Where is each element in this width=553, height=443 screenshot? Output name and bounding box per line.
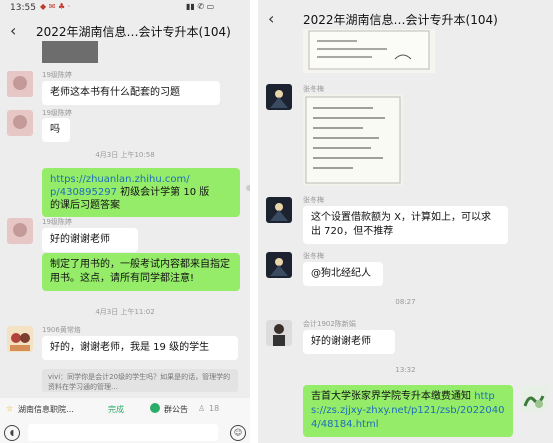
like-count: 18 xyxy=(209,404,220,413)
notice-text: 吉首大学张家界学院专升本缴费通知 xyxy=(311,391,475,402)
avatar[interactable] xyxy=(266,252,292,278)
message-bubble[interactable]: 老师这本书有什么配套的习题 xyxy=(42,81,220,105)
chat-title: 2022年湖南信息…会计专升本(104) xyxy=(36,25,231,39)
avatar[interactable] xyxy=(266,320,292,346)
mention-bubble[interactable]: @狗北经纪人 xyxy=(303,262,383,286)
image-thumbnail[interactable] xyxy=(42,41,98,63)
sender-name: 张冬梅 xyxy=(303,252,324,260)
message-bubble[interactable]: 好的谢谢老师 xyxy=(42,228,138,252)
right-chat-screenshot: ‹ 2022年湖南信息…会计专升本(104) 张冬梅 张冬梅 这个设置借款额为 … xyxy=(258,0,553,443)
signal-icons: ▮▮ ✆ ▭ xyxy=(186,2,215,11)
timestamp: 08:27 xyxy=(395,298,416,306)
sender-name: 19级陈婷 xyxy=(42,71,72,79)
voice-icon[interactable]: ◖ xyxy=(4,425,20,441)
avatar[interactable] xyxy=(266,84,292,110)
sender-name: 19级陈婷 xyxy=(42,109,72,117)
message-bubble[interactable]: 好的谢谢老师 xyxy=(303,330,395,354)
my-message-bubble[interactable]: 制定了用书的，一般考试内容都来自指定用书。这点，请所有同学都注意! xyxy=(42,253,240,291)
message-bubble[interactable]: 吗 xyxy=(42,118,70,142)
back-button[interactable]: ‹ xyxy=(268,9,274,28)
message-bubble[interactable]: 这个设置借款额为 X，计算如上，可以求出 720，但不推荐 xyxy=(303,206,508,244)
avatar[interactable] xyxy=(7,110,33,136)
avatar[interactable] xyxy=(7,71,33,97)
sender-name: 会计1902陈新娟 xyxy=(303,320,356,328)
link-caption: 初级会计学第 10 版 xyxy=(120,187,210,198)
avatar[interactable] xyxy=(7,218,33,244)
avatar[interactable] xyxy=(7,326,33,352)
timestamp: 4月3日 上午10:58 xyxy=(95,151,155,159)
self-avatar[interactable] xyxy=(521,386,547,412)
announcement-icon xyxy=(150,403,160,413)
timestamp: 13:32 xyxy=(395,366,416,374)
message-bubble[interactable]: 好的，谢谢老师，我是 19 级的学生 xyxy=(42,336,238,360)
link-text-cont[interactable]: p/430895297 xyxy=(50,187,117,198)
bottom-bar: ☆ 湖南信息职院… 完成 群公告 ♙ 18 ◖ ☺ xyxy=(0,398,250,443)
announcement-button[interactable]: 群公告 xyxy=(164,404,188,415)
avatar[interactable] xyxy=(266,197,292,223)
chat-title: 2022年湖南信息…会计专升本(104) xyxy=(303,13,498,27)
like-icon: ♙ xyxy=(198,404,206,413)
back-button[interactable]: ‹ xyxy=(10,21,16,40)
sender-name: 19级陈婷 xyxy=(42,218,72,226)
link-text[interactable]: https://zhuanlan.zhihu.com/ xyxy=(50,174,190,185)
star-icon: ☆ xyxy=(6,404,14,413)
my-link-message[interactable]: 吉首大学张家界学院专升本缴费通知 https://zs.zjjxy-zhxy.n… xyxy=(303,385,513,437)
timestamp: 4月3日 上午11:02 xyxy=(95,308,155,316)
notification-icons: ◆ ✉ ♣ · xyxy=(40,2,71,11)
link-caption-cont: 的课后习题答案 xyxy=(50,200,120,211)
calculation-photo[interactable] xyxy=(303,94,403,186)
quoted-message[interactable]: vivi：同学你是会计20级的学生吗？如果是的话，管理学的资料在学习通的管理… xyxy=(42,369,238,392)
emoji-icon[interactable]: ☺ xyxy=(230,425,246,441)
done-button[interactable]: 完成 xyxy=(108,404,124,415)
pinned-group[interactable]: 湖南信息职院… xyxy=(18,404,74,415)
self-avatar-edge xyxy=(246,185,250,191)
sender-name: 张冬梅 xyxy=(303,196,324,204)
message-input[interactable] xyxy=(28,424,218,441)
sender-name: 1906黄常烙 xyxy=(42,326,81,334)
my-link-message[interactable]: https://zhuanlan.zhihu.com/ p/430895297 … xyxy=(42,168,240,217)
handwritten-photo[interactable] xyxy=(303,29,435,73)
status-time: 13:55 xyxy=(10,3,36,13)
sender-name: 张冬梅 xyxy=(303,85,324,93)
left-chat-screenshot: 13:55 ◆ ✉ ♣ · ▮▮ ✆ ▭ ‹ 2022年湖南信息…会计专升本(1… xyxy=(0,0,250,443)
